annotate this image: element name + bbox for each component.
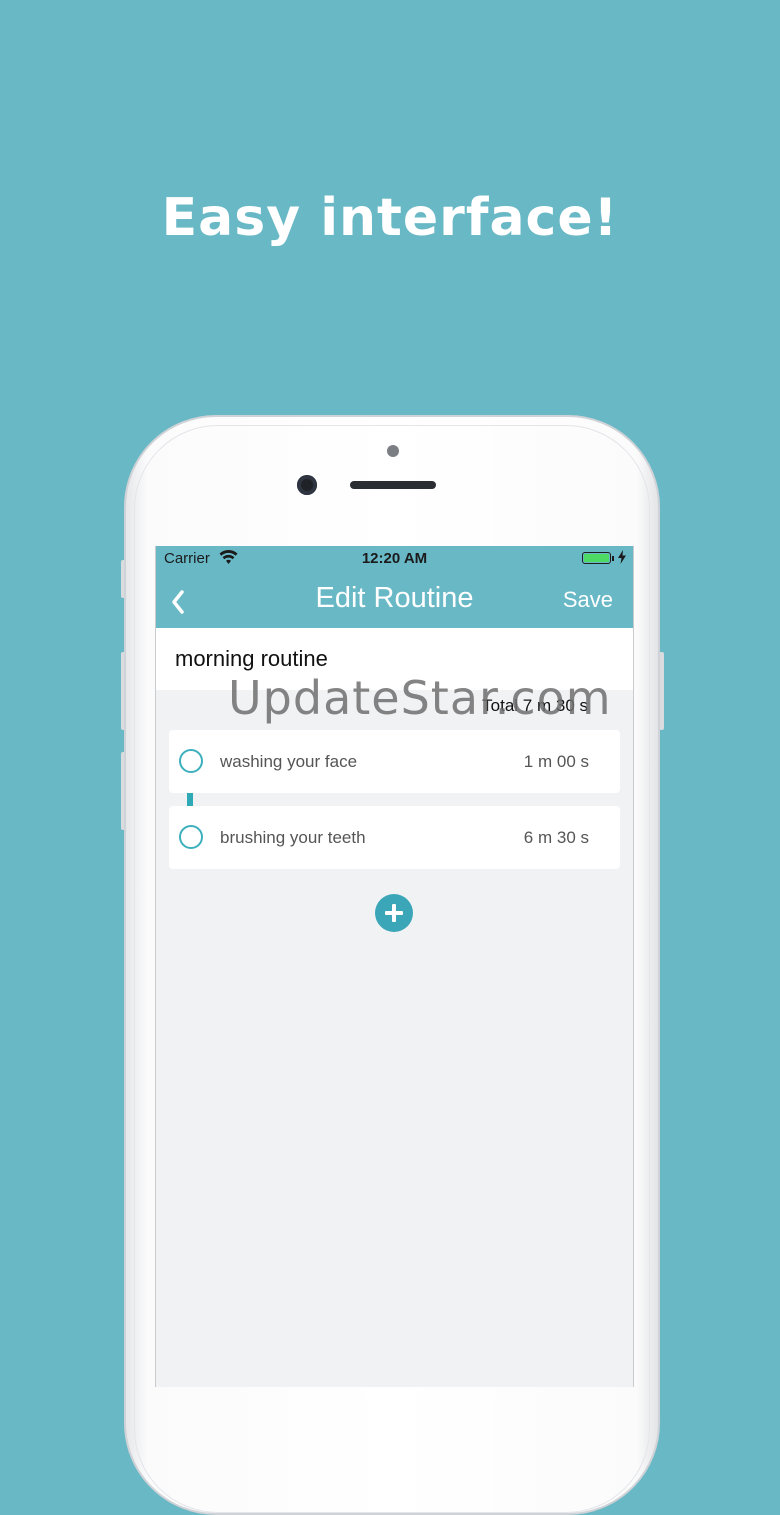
- step-label: washing your face: [220, 752, 358, 771]
- step-label: brushing your teeth: [220, 828, 366, 847]
- phone-screen: Carrier 12:20 AM Edit Routine Save morni…: [155, 546, 634, 1387]
- battery-icon: [582, 552, 611, 564]
- routine-step[interactable]: brushing your teeth 6 m 30 s: [169, 806, 620, 869]
- promo-headline: Easy interface!: [161, 188, 619, 248]
- navigation-bar: Edit Routine Save: [156, 572, 633, 628]
- plus-icon: [385, 904, 403, 922]
- routine-total-duration: Total 7 m 30 s: [482, 696, 588, 715]
- save-button[interactable]: Save: [563, 587, 613, 613]
- step-duration: 6 m 30 s: [523, 828, 589, 847]
- front-camera: [297, 475, 317, 495]
- step-node-icon: [179, 825, 203, 849]
- step-node-icon: [179, 749, 203, 773]
- status-time: 12:20 AM: [361, 550, 428, 567]
- charging-bolt-icon: [618, 550, 626, 567]
- proximity-sensor: [387, 445, 399, 457]
- routine-name-field[interactable]: morning routine: [156, 628, 633, 690]
- status-bar: Carrier 12:20 AM: [156, 546, 633, 572]
- step-duration: 1 m 00 s: [523, 752, 589, 771]
- add-step-button[interactable]: [375, 894, 413, 932]
- battery-tip: [612, 556, 614, 561]
- earpiece-speaker: [350, 481, 436, 489]
- page-title: Edit Routine: [315, 582, 474, 614]
- routine-step[interactable]: washing your face 1 m 00 s: [169, 730, 620, 793]
